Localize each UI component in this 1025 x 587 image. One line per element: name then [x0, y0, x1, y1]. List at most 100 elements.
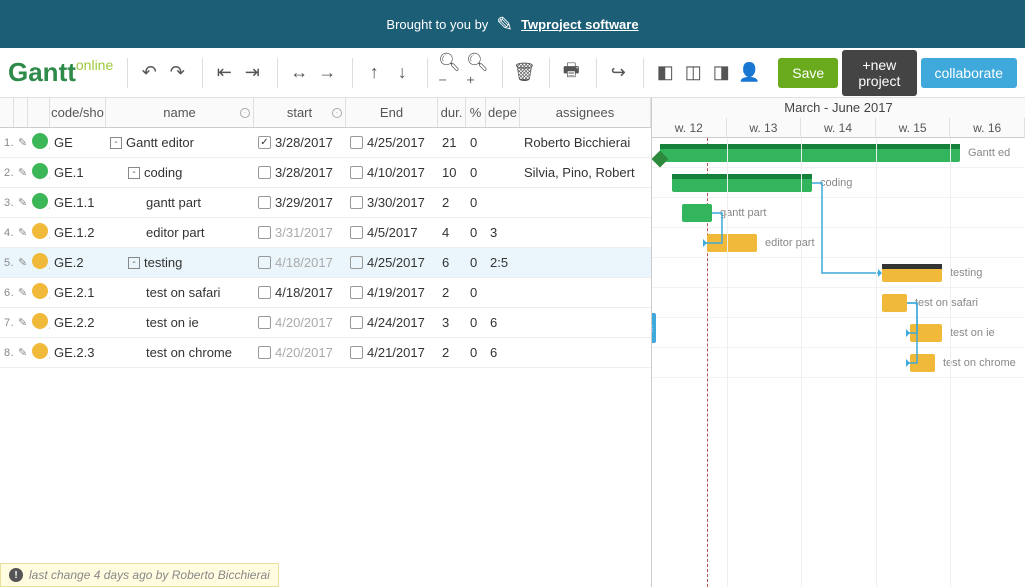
gantt-row[interactable]: Gantt ed: [652, 138, 1025, 168]
move-right-icon[interactable]: →: [316, 62, 338, 84]
splitter-handle[interactable]: ◀■▶: [831, 98, 846, 99]
table-row[interactable]: 3✎GE.1.1gantt part3/29/20173/30/201720: [0, 188, 651, 218]
cell-progress[interactable]: 0: [466, 315, 486, 330]
undo-icon[interactable]: ↶: [138, 62, 160, 84]
cell-code[interactable]: GE.2.3: [50, 345, 106, 360]
table-row[interactable]: 7✎GE.2.2test on ie4/20/20174/24/2017306: [0, 308, 651, 338]
cell-end[interactable]: 4/19/2017: [346, 285, 438, 300]
banner-link[interactable]: Twproject software: [521, 17, 639, 32]
header-pct[interactable]: %: [466, 98, 486, 127]
gantt-bar[interactable]: test on ie: [910, 324, 942, 342]
gantt-row[interactable]: gantt part: [652, 198, 1025, 228]
cell-code[interactable]: GE.1: [50, 165, 106, 180]
cell-name[interactable]: editor part: [106, 225, 254, 240]
milestone-checkbox[interactable]: [350, 226, 363, 239]
edit-icon[interactable]: ✎: [14, 226, 28, 239]
cell-end[interactable]: 4/24/2017: [346, 315, 438, 330]
milestone-checkbox[interactable]: [258, 346, 271, 359]
cell-start[interactable]: 3/31/2017: [254, 225, 346, 240]
milestone-checkbox[interactable]: [258, 166, 271, 179]
gantt-row[interactable]: coding: [652, 168, 1025, 198]
move-down-icon[interactable]: ↓: [391, 62, 413, 84]
table-row[interactable]: 4✎GE.1.2editor part3/31/20174/5/2017403: [0, 218, 651, 248]
gantt-bar[interactable]: test on safari: [882, 294, 907, 312]
edit-icon[interactable]: ✎: [14, 136, 28, 149]
cell-depends[interactable]: 6: [486, 345, 520, 360]
gantt-row[interactable]: test on safari: [652, 288, 1025, 318]
cell-duration[interactable]: 6: [438, 255, 466, 270]
cell-progress[interactable]: 0: [466, 195, 486, 210]
cell-code[interactable]: GE: [50, 135, 106, 150]
redo-icon[interactable]: ↷: [166, 62, 188, 84]
status-dot[interactable]: [28, 313, 50, 332]
edit-icon[interactable]: ✎: [14, 316, 28, 329]
gantt-row[interactable]: editor part: [652, 228, 1025, 258]
gantt-bar[interactable]: Gantt ed: [660, 144, 960, 162]
edit-icon[interactable]: ✎: [14, 256, 28, 269]
split-left-icon[interactable]: ◧: [654, 62, 676, 84]
cell-duration[interactable]: 2: [438, 285, 466, 300]
cell-name[interactable]: -coding: [106, 165, 254, 180]
table-row[interactable]: 5✎GE.2-testing4/18/20174/25/2017602:5: [0, 248, 651, 278]
milestone-checkbox[interactable]: [350, 286, 363, 299]
gantt-row[interactable]: test on chrome: [652, 348, 1025, 378]
gantt-bar[interactable]: testing: [882, 264, 942, 282]
cell-progress[interactable]: 0: [466, 255, 486, 270]
save-button[interactable]: Save: [778, 58, 838, 88]
cell-progress[interactable]: 0: [466, 285, 486, 300]
status-dot[interactable]: [28, 343, 50, 362]
status-dot[interactable]: [28, 223, 50, 242]
status-dot[interactable]: [28, 283, 50, 302]
cell-start[interactable]: 3/28/2017: [254, 135, 346, 150]
cell-name[interactable]: gantt part: [106, 195, 254, 210]
milestone-checkbox[interactable]: [258, 286, 271, 299]
milestone-checkbox[interactable]: [350, 346, 363, 359]
status-dot[interactable]: [28, 253, 50, 272]
cell-end[interactable]: 3/30/2017: [346, 195, 438, 210]
cell-depends[interactable]: 6: [486, 315, 520, 330]
edit-icon[interactable]: ✎: [14, 166, 28, 179]
gantt-bar[interactable]: test on chrome: [910, 354, 935, 372]
resources-icon[interactable]: 👤: [738, 62, 760, 84]
cell-code[interactable]: GE.1.2: [50, 225, 106, 240]
milestone-checkbox[interactable]: [350, 136, 363, 149]
edit-icon[interactable]: ✎: [14, 346, 28, 359]
cell-assignees[interactable]: Roberto Bicchierai: [520, 135, 651, 150]
tree-toggle[interactable]: -: [110, 137, 122, 149]
cell-duration[interactable]: 2: [438, 195, 466, 210]
milestone-checkbox[interactable]: [258, 196, 271, 209]
edit-icon[interactable]: ✎: [14, 196, 28, 209]
cell-name[interactable]: test on safari: [106, 285, 254, 300]
print-icon[interactable]: 🖶: [560, 62, 582, 84]
cell-duration[interactable]: 3: [438, 315, 466, 330]
cell-name[interactable]: test on ie: [106, 315, 254, 330]
gantt-week-header[interactable]: w. 14: [801, 118, 876, 138]
cell-start[interactable]: 4/18/2017: [254, 285, 346, 300]
cell-code[interactable]: GE.2: [50, 255, 106, 270]
milestone-checkbox[interactable]: [258, 226, 271, 239]
gantt-row[interactable]: testing: [652, 258, 1025, 288]
table-row[interactable]: 1✎GE-Gantt editor3/28/20174/25/2017210Ro…: [0, 128, 651, 158]
header-code[interactable]: code/sho: [50, 98, 106, 127]
gantt-bar[interactable]: coding: [672, 174, 812, 192]
header-dep[interactable]: depe: [486, 98, 520, 127]
cell-depends[interactable]: 2:5: [486, 255, 520, 270]
gantt-week-header[interactable]: w. 15: [876, 118, 951, 138]
cell-progress[interactable]: 0: [466, 135, 486, 150]
tree-toggle[interactable]: -: [128, 167, 140, 179]
critical-path-icon[interactable]: ↪: [607, 62, 629, 84]
header-end[interactable]: End: [346, 98, 438, 127]
header-start[interactable]: start·: [254, 98, 346, 127]
cell-code[interactable]: GE.2.1: [50, 285, 106, 300]
split-right-icon[interactable]: ◨: [710, 62, 732, 84]
milestone-checkbox[interactable]: [258, 316, 271, 329]
cell-progress[interactable]: 0: [466, 225, 486, 240]
edit-icon[interactable]: ✎: [14, 286, 28, 299]
cell-progress[interactable]: 0: [466, 165, 486, 180]
cell-start[interactable]: 3/29/2017: [254, 195, 346, 210]
cell-code[interactable]: GE.1.1: [50, 195, 106, 210]
milestone-checkbox[interactable]: [350, 256, 363, 269]
tree-toggle[interactable]: -: [128, 257, 140, 269]
cell-duration[interactable]: 10: [438, 165, 466, 180]
zoom-out-icon[interactable]: 🔍︎⁻: [438, 62, 460, 84]
